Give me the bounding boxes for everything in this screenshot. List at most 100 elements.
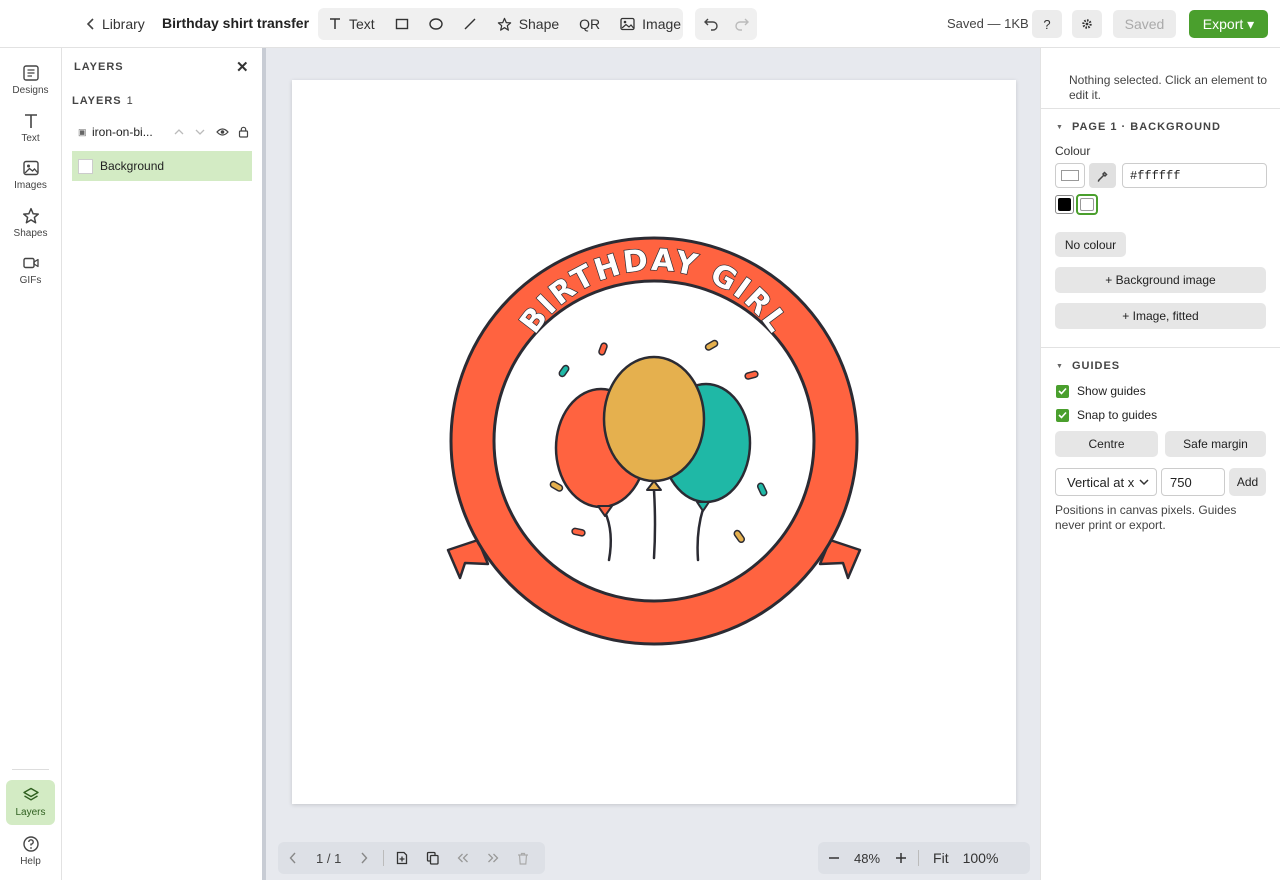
chevron-up-icon[interactable] <box>174 128 184 136</box>
ellipse-tool-button[interactable] <box>419 8 453 40</box>
layers-section-label: LAYERS <box>72 95 122 107</box>
rail-shapes[interactable]: Shapes <box>0 207 61 239</box>
text-tool-button[interactable]: Text <box>318 8 385 40</box>
move-page-right-icon[interactable] <box>487 853 499 863</box>
zoom-controls: 48% Fit 100% <box>818 842 1030 874</box>
saved-button[interactable]: Saved <box>1113 10 1176 38</box>
layer-row[interactable]: ▣ iron-on-bi... <box>72 119 252 145</box>
divider <box>1041 108 1280 109</box>
swatch-black[interactable] <box>1055 195 1074 214</box>
layer-type-icon: ▣ <box>78 126 87 137</box>
swatch-white-selected[interactable] <box>1076 194 1098 215</box>
trash-icon[interactable] <box>517 852 529 865</box>
settings-button[interactable] <box>1072 10 1102 38</box>
qr-tool-button[interactable]: QR <box>569 8 610 40</box>
layers-panel-title: LAYERS <box>74 61 124 73</box>
insert-toolbar: Text Shape QR Image <box>318 8 683 40</box>
chevron-down-icon <box>1139 478 1149 486</box>
top-toolbar: Library Birthday shirt transfer Text Sha… <box>0 0 1280 48</box>
star-icon <box>22 207 40 225</box>
back-to-library-button[interactable]: Library <box>86 12 145 36</box>
text-icon <box>328 17 342 31</box>
safe-margin-button[interactable]: Safe margin <box>1165 431 1266 457</box>
colour-hex-input[interactable] <box>1122 163 1267 188</box>
layers-panel: LAYERS ✕ LAYERS 1 ▣ iron-on-bi... Backgr… <box>62 48 262 880</box>
no-colour-button[interactable]: No colour <box>1055 232 1126 257</box>
rectangle-tool-button[interactable] <box>385 8 419 40</box>
image-tool-button[interactable]: Image <box>610 8 691 40</box>
snap-to-guides-checkbox[interactable]: Snap to guides <box>1056 408 1157 422</box>
background-image-button[interactable]: + Background image <box>1055 267 1266 293</box>
snap-to-guides-label: Snap to guides <box>1077 408 1158 422</box>
line-tool-button[interactable] <box>453 8 487 40</box>
text-tool-label: Text <box>349 16 375 32</box>
design-page[interactable]: BIRTHDAY GIRL <box>292 80 1016 804</box>
eye-icon[interactable] <box>216 127 229 137</box>
zoom-in-icon[interactable] <box>895 852 907 864</box>
zoom-out-icon[interactable] <box>828 852 840 864</box>
rail-gifs-label: GIFs <box>19 275 42 286</box>
move-page-left-icon[interactable] <box>457 853 469 863</box>
shape-tool-button[interactable]: Shape <box>487 8 569 40</box>
show-guides-checkbox[interactable]: Show guides <box>1056 384 1146 398</box>
rail-designs[interactable]: Designs <box>0 64 61 96</box>
colour-preview-button[interactable] <box>1055 163 1085 188</box>
chevron-left-icon[interactable] <box>289 852 297 864</box>
eyedropper-icon <box>1097 170 1109 182</box>
redo-icon[interactable] <box>734 17 750 31</box>
zoom-100-button[interactable]: 100% <box>963 850 999 866</box>
image-tool-label: Image <box>642 16 682 32</box>
layer-name: iron-on-bi... <box>92 125 153 139</box>
guides-hint: Positions in canvas pixels. Guides never… <box>1055 503 1237 532</box>
export-button[interactable]: Export ▾ <box>1189 10 1268 38</box>
rail-images[interactable]: Images <box>0 159 61 191</box>
document-title[interactable]: Birthday shirt transfer <box>162 15 309 31</box>
layer-row[interactable]: Background <box>72 151 252 181</box>
divider <box>1041 347 1280 348</box>
guide-position-input[interactable] <box>1161 468 1225 496</box>
help-button[interactable]: ? <box>1032 10 1062 38</box>
image-fitted-button[interactable]: + Image, fitted <box>1055 303 1266 329</box>
zoom-fit-button[interactable]: Fit <box>933 850 949 866</box>
image-icon <box>620 17 635 31</box>
swatch-fill <box>1080 198 1094 211</box>
history-toolbar <box>695 8 757 40</box>
rail-gifs[interactable]: GIFs <box>0 254 61 286</box>
close-icon[interactable]: ✕ <box>236 58 249 76</box>
nothing-selected-hint: Nothing selected. Click an element to ed… <box>1069 73 1268 102</box>
rail-help[interactable]: Help <box>0 835 61 867</box>
birthday-girl-badge[interactable]: BIRTHDAY GIRL <box>292 80 1016 804</box>
guides-section-header[interactable]: ▼ GUIDES <box>1056 360 1120 372</box>
duplicate-page-icon[interactable] <box>426 851 439 865</box>
background-section-title: PAGE 1 · BACKGROUND <box>1071 121 1221 133</box>
shape-tool-label: Shape <box>518 16 560 32</box>
eyedropper-button[interactable] <box>1089 163 1116 188</box>
lock-icon[interactable] <box>238 126 249 138</box>
gear-icon <box>1081 18 1093 30</box>
video-icon <box>22 254 40 272</box>
text-icon <box>22 112 40 130</box>
ellipse-icon <box>428 17 443 31</box>
guide-orientation-select[interactable]: Vertical at x <box>1055 468 1157 496</box>
rail-text[interactable]: Text <box>0 112 61 144</box>
undo-icon[interactable] <box>703 17 719 31</box>
show-guides-label: Show guides <box>1077 384 1146 398</box>
rail-text-label: Text <box>21 133 40 144</box>
checkbox-checked-icon <box>1056 384 1069 398</box>
colour-label: Colour <box>1055 144 1091 158</box>
rail-images-label: Images <box>14 180 47 191</box>
layers-count: 1 <box>126 95 134 107</box>
help-icon <box>22 835 40 853</box>
centre-guide-button[interactable]: Centre <box>1055 431 1158 457</box>
add-page-icon[interactable] <box>396 851 408 865</box>
add-guide-button[interactable]: Add <box>1229 468 1266 496</box>
checkbox-checked-icon <box>1056 408 1069 422</box>
rail-help-label: Help <box>20 856 41 867</box>
chevron-right-icon[interactable] <box>360 852 368 864</box>
swatch-fill <box>1058 198 1071 211</box>
background-section-header[interactable]: ▼ PAGE 1 · BACKGROUND <box>1056 121 1221 133</box>
layer-name: Background <box>100 159 165 173</box>
guides-section-title: GUIDES <box>1071 360 1121 372</box>
rail-layers[interactable]: Layers <box>0 786 61 818</box>
chevron-down-icon[interactable] <box>195 128 205 136</box>
